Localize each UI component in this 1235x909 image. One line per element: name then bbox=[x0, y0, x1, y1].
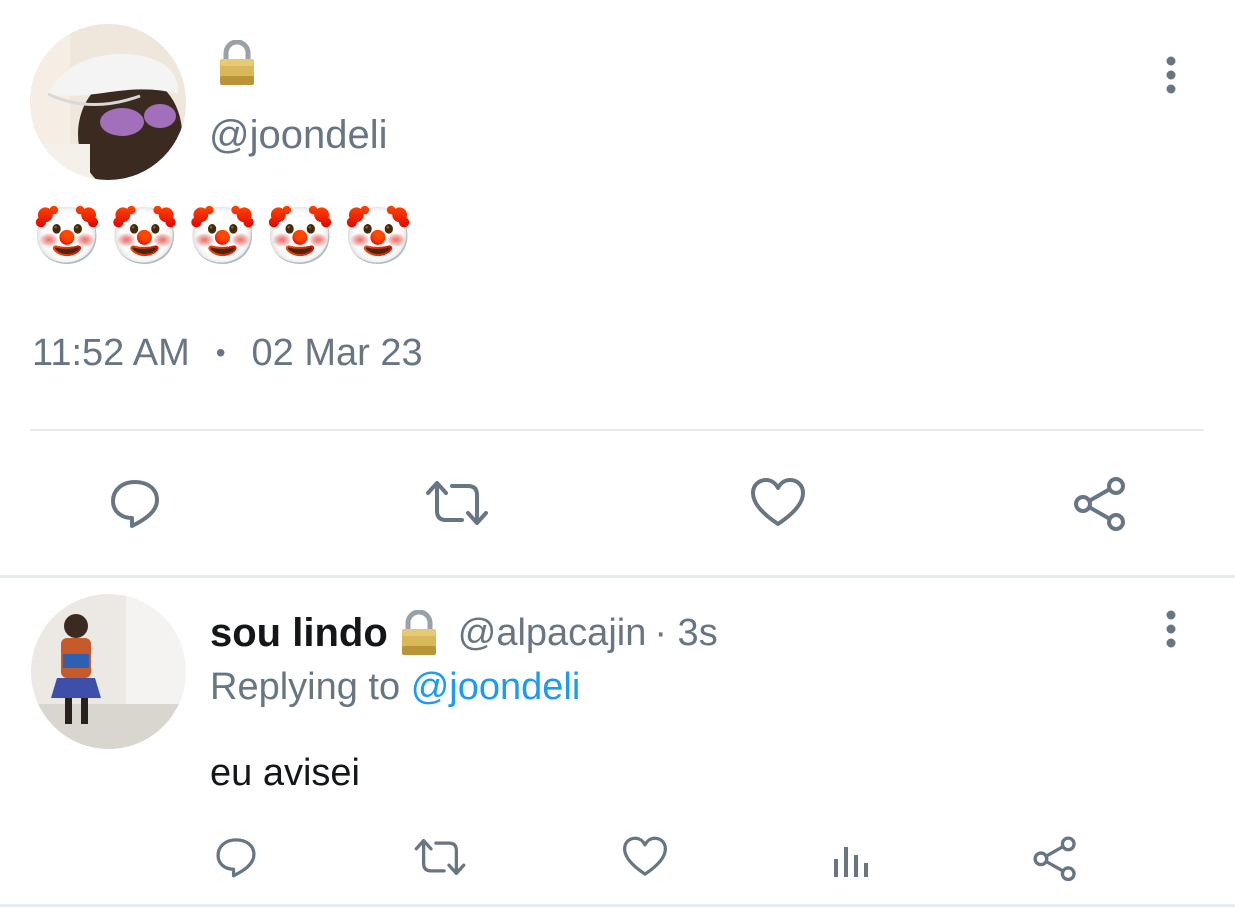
share-icon bbox=[1074, 477, 1125, 531]
like-button[interactable] bbox=[744, 472, 812, 534]
share-icon bbox=[1033, 836, 1076, 882]
like-icon bbox=[751, 478, 805, 526]
timestamp-separator: • bbox=[215, 337, 226, 368]
tweet-date: 02 Mar 23 bbox=[251, 332, 423, 374]
tweet-time: 11:52 AM bbox=[32, 332, 190, 374]
reply-button[interactable] bbox=[212, 834, 260, 880]
clown-emoji: 🤡 bbox=[265, 204, 335, 269]
avatar-photo bbox=[31, 594, 186, 749]
reply-button[interactable] bbox=[100, 472, 170, 534]
like-icon bbox=[622, 836, 667, 876]
replying-to-label: Replying to bbox=[210, 666, 401, 708]
clown-emoji: 🤡 bbox=[32, 204, 102, 269]
lock-icon bbox=[398, 609, 442, 656]
share-button[interactable] bbox=[1068, 472, 1132, 534]
reply-text: eu avisei bbox=[210, 752, 360, 794]
divider bbox=[30, 429, 1204, 431]
replying-to-handle[interactable]: @joondeli bbox=[411, 666, 581, 708]
retweet-button[interactable] bbox=[412, 834, 468, 880]
tweet-body: 🤡 🤡 🤡 🤡 🤡 bbox=[32, 204, 413, 270]
tweet-timestamp: 11:52 AM • 02 Mar 23 bbox=[32, 330, 423, 376]
more-options-icon[interactable] bbox=[1155, 52, 1187, 98]
reply-header: sou lindo @alpacajin · 3s bbox=[210, 608, 718, 658]
retweet-icon bbox=[426, 481, 488, 525]
author-avatar[interactable] bbox=[30, 24, 186, 180]
reply-icon bbox=[216, 838, 256, 878]
like-button[interactable] bbox=[620, 834, 670, 880]
retweet-button[interactable] bbox=[420, 472, 494, 534]
clown-emoji: 🤡 bbox=[342, 204, 413, 269]
avatar-photo bbox=[30, 24, 186, 180]
main-tweet: @joondeli 🤡 🤡 🤡 🤡 🤡 11:52 AM • 02 Mar 23 bbox=[0, 0, 1235, 575]
reply-time: · 3s bbox=[654, 611, 718, 654]
clown-emoji: 🤡 bbox=[109, 204, 180, 269]
retweet-icon bbox=[414, 839, 466, 875]
more-options-icon[interactable] bbox=[1155, 606, 1187, 652]
analytics-button[interactable] bbox=[826, 836, 874, 882]
analytics-icon bbox=[834, 847, 868, 877]
reply-tweet[interactable]: sou lindo @alpacajin · 3s Replying to @j… bbox=[0, 578, 1235, 909]
replying-to: Replying to @joondeli bbox=[210, 664, 580, 710]
share-button[interactable] bbox=[1030, 834, 1080, 882]
reply-author-avatar[interactable] bbox=[31, 594, 186, 749]
reply-display-name[interactable]: sou lindo bbox=[210, 611, 388, 656]
reply-handle[interactable]: @alpacajin bbox=[458, 612, 647, 655]
author-handle[interactable]: @joondeli bbox=[209, 112, 388, 158]
reply-icon bbox=[111, 480, 159, 528]
lock-icon bbox=[216, 39, 258, 86]
divider bbox=[0, 904, 1235, 907]
clown-emoji: 🤡 bbox=[187, 204, 258, 269]
